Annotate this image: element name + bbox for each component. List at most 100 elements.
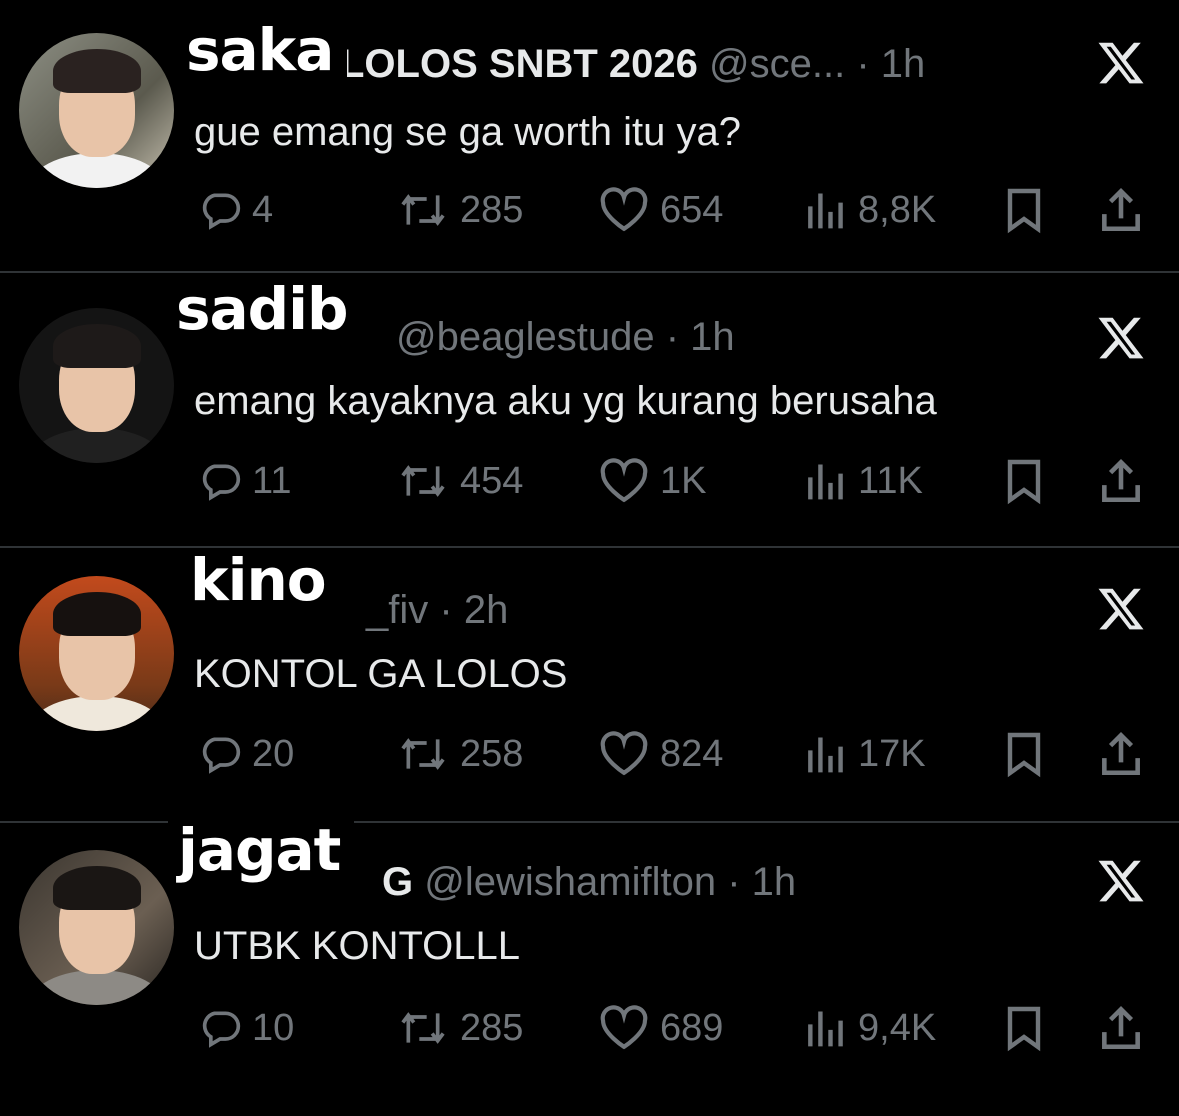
timestamp[interactable]: 1h	[752, 860, 797, 904]
retweet-button[interactable]: 454	[396, 457, 523, 505]
reply-count: 20	[252, 732, 295, 775]
bookmark-button[interactable]	[1000, 730, 1048, 778]
heart-icon	[600, 731, 648, 776]
nickname-overlay: kino	[180, 548, 340, 618]
views-count: 17K	[858, 732, 926, 775]
retweet-count: 258	[460, 732, 524, 775]
share-icon	[1102, 732, 1140, 776]
heart-icon	[600, 1005, 648, 1050]
retweet-button[interactable]: 285	[396, 186, 523, 234]
nickname-overlay: saka	[176, 18, 348, 88]
reply-button[interactable]: 20	[198, 730, 294, 778]
reply-count: 10	[252, 1006, 295, 1049]
retweet-icon	[401, 465, 445, 497]
tweet-header: LOLOS SNBT 2026 @sce... · 1h	[340, 40, 925, 88]
tweet-actions: 20 258 824 17K	[0, 730, 1179, 778]
handle[interactable]: _fiv	[366, 588, 428, 632]
tweet-card[interactable]: G @lewishamiflton · 1h jagat UTBK KONTOL…	[0, 818, 1179, 1096]
reply-icon	[202, 464, 241, 501]
bookmark-icon	[1007, 459, 1041, 505]
tweet-actions: 10 285 689 9,4K	[0, 1004, 1179, 1052]
handle[interactable]: @beaglestude	[396, 315, 655, 359]
views-icon	[808, 737, 843, 773]
tweet-text: emang kayaknya aku yg kurang berusaha	[194, 379, 937, 423]
reply-button[interactable]: 4	[198, 186, 273, 234]
like-button[interactable]: 689	[598, 1004, 723, 1052]
handle[interactable]: @lewishamiflton	[424, 860, 716, 904]
views-icon	[808, 193, 843, 229]
tweet-text: gue emang se ga worth itu ya?	[194, 110, 742, 154]
bookmark-icon	[1007, 188, 1041, 234]
retweet-button[interactable]: 285	[396, 1004, 523, 1052]
retweet-icon	[401, 1012, 445, 1044]
heart-icon	[600, 458, 648, 503]
like-count: 1K	[660, 459, 707, 502]
avatar[interactable]	[19, 576, 174, 731]
share-icon	[1102, 188, 1140, 232]
tweet-actions: 11 454 1K 11K	[0, 457, 1179, 505]
display-name[interactable]: G	[382, 860, 413, 904]
like-count: 654	[660, 188, 724, 231]
tweet-card[interactable]: @beaglestude · 1h sadib emang kayaknya a…	[0, 275, 1179, 548]
timeline-feed: LOLOS SNBT 2026 @sce... · 1h saka gue em…	[0, 0, 1179, 1116]
views-button[interactable]: 17K	[802, 730, 926, 778]
reply-icon	[202, 193, 241, 230]
like-count: 824	[660, 732, 724, 775]
display-name[interactable]: LOLOS SNBT 2026	[340, 42, 698, 86]
bookmark-button[interactable]	[1000, 1004, 1048, 1052]
share-icon	[1102, 459, 1140, 503]
retweet-count: 454	[460, 459, 524, 502]
retweet-icon	[401, 738, 445, 770]
handle[interactable]: @sce...	[709, 42, 845, 86]
tweet-header: G @lewishamiflton · 1h	[382, 858, 796, 906]
views-count: 11K	[858, 459, 923, 502]
share-button[interactable]	[1096, 457, 1146, 505]
nickname-overlay: sadib	[166, 277, 362, 347]
views-icon	[808, 464, 843, 500]
share-button[interactable]	[1096, 186, 1146, 234]
tweet-card[interactable]: _fiv · 2h kino KONTOL GA LOLOS 20 258 82…	[0, 548, 1179, 823]
separator-dot: ·	[439, 588, 453, 632]
views-button[interactable]: 9,4K	[802, 1004, 936, 1052]
x-logo-icon	[1098, 588, 1144, 630]
reply-button[interactable]: 10	[198, 1004, 294, 1052]
share-button[interactable]	[1096, 1004, 1146, 1052]
retweet-button[interactable]: 258	[396, 730, 523, 778]
nickname-overlay: jagat	[168, 818, 355, 888]
timestamp[interactable]: 1h	[881, 42, 926, 86]
like-button[interactable]: 824	[598, 730, 723, 778]
heart-icon	[600, 187, 648, 232]
tweet-card[interactable]: LOLOS SNBT 2026 @sce... · 1h saka gue em…	[0, 0, 1179, 273]
reply-count: 4	[252, 188, 274, 231]
timestamp[interactable]: 2h	[464, 588, 509, 632]
bookmark-icon	[1007, 732, 1041, 778]
bookmark-button[interactable]	[1000, 186, 1048, 234]
reply-button[interactable]: 11	[198, 457, 291, 505]
retweet-count: 285	[460, 188, 524, 231]
reply-count: 11	[252, 459, 292, 502]
x-logo-icon	[1098, 317, 1144, 359]
avatar[interactable]	[19, 308, 174, 463]
reply-icon	[202, 737, 241, 774]
separator-dot: ·	[856, 42, 870, 86]
tweet-header: _fiv · 2h	[366, 586, 508, 634]
retweet-count: 285	[460, 1006, 524, 1049]
like-button[interactable]: 1K	[598, 457, 706, 505]
share-icon	[1102, 1006, 1140, 1050]
views-count: 9,4K	[858, 1006, 937, 1049]
like-button[interactable]: 654	[598, 186, 723, 234]
divider	[0, 271, 1179, 273]
tweet-header: @beaglestude · 1h	[396, 313, 735, 361]
timestamp[interactable]: 1h	[690, 315, 735, 359]
share-button[interactable]	[1096, 730, 1146, 778]
avatar[interactable]	[19, 850, 174, 1005]
x-logo-icon	[1098, 860, 1144, 902]
views-count: 8,8K	[858, 188, 937, 231]
bookmark-button[interactable]	[1000, 457, 1048, 505]
like-count: 689	[660, 1006, 724, 1049]
views-button[interactable]: 11K	[802, 457, 923, 505]
avatar[interactable]	[19, 33, 174, 188]
x-logo-icon	[1098, 42, 1144, 84]
views-button[interactable]: 8,8K	[802, 186, 936, 234]
views-icon	[808, 1011, 843, 1047]
